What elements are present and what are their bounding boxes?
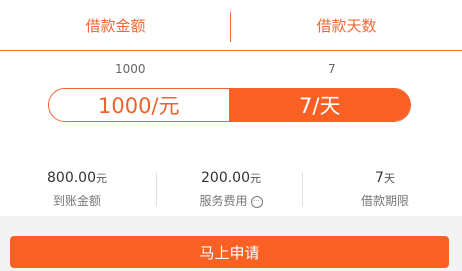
amount-option-button[interactable]: 1000/元 bbox=[49, 89, 230, 121]
loan-selector: 1000/元 7/天 bbox=[48, 88, 411, 122]
apply-now-button[interactable]: 马上申请 bbox=[10, 236, 449, 268]
current-days-value: 7 bbox=[328, 62, 336, 76]
tab-loan-amount[interactable]: 借款金额 bbox=[0, 15, 231, 36]
current-values-row: 1000 7 bbox=[0, 62, 462, 78]
loan-summary: 800.00元 到账金额 200.00元 服务费用 ··· 7天 借款期限 bbox=[0, 168, 462, 212]
days-option-button[interactable]: 7/天 bbox=[229, 89, 410, 121]
stat-divider bbox=[302, 172, 303, 206]
stat-divider bbox=[156, 172, 157, 206]
service-fee-stat[interactable]: 200.00元 服务费用 ··· bbox=[154, 168, 308, 212]
tab-loan-days[interactable]: 借款天数 bbox=[231, 15, 462, 36]
loan-options-header: 借款金额 借款天数 bbox=[0, 0, 462, 51]
more-info-icon[interactable]: ··· bbox=[250, 195, 263, 208]
header-divider bbox=[230, 12, 231, 42]
current-amount-value: 1000 bbox=[115, 62, 146, 76]
received-amount-stat: 800.00元 到账金额 bbox=[0, 168, 154, 212]
received-amount-value: 800.00元 bbox=[47, 170, 107, 186]
service-fee-value: 200.00元 bbox=[201, 170, 261, 186]
loan-term-stat: 7天 借款期限 bbox=[308, 168, 462, 212]
loan-term-value: 7天 bbox=[375, 170, 395, 186]
service-fee-label[interactable]: 服务费用 ··· bbox=[154, 191, 308, 211]
received-amount-label: 到账金额 bbox=[52, 194, 101, 208]
loan-term-label: 借款期限 bbox=[360, 194, 409, 208]
